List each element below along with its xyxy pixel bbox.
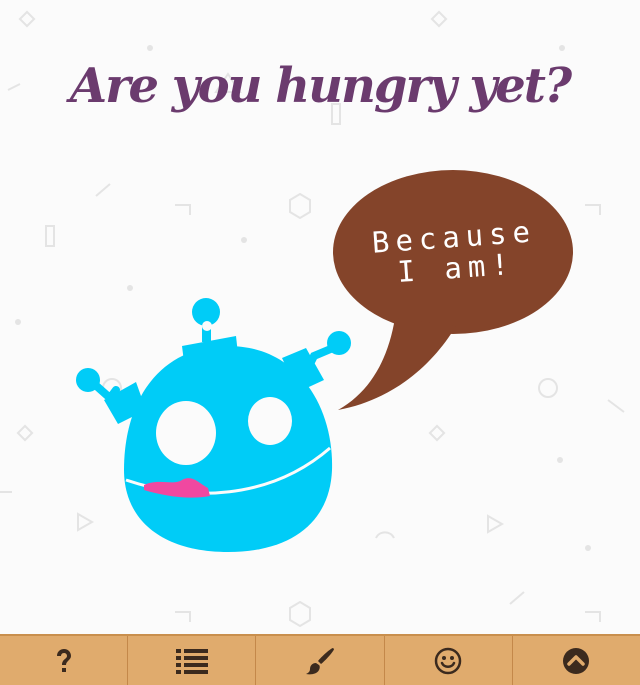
help-icon: [56, 648, 71, 672]
smiley-button[interactable]: [385, 636, 513, 685]
smiley-icon: [434, 647, 462, 674]
brush-button[interactable]: [256, 636, 385, 685]
bottom-toolbar: [0, 634, 640, 685]
help-button[interactable]: [0, 636, 129, 685]
list-button[interactable]: [128, 636, 257, 685]
list-icon: [175, 648, 208, 674]
scene: [76, 170, 573, 552]
chevron-up-circle-icon: [563, 647, 590, 674]
brush-icon: [306, 647, 334, 674]
scroll-up-button[interactable]: [513, 636, 640, 685]
monster-character: [76, 298, 351, 552]
